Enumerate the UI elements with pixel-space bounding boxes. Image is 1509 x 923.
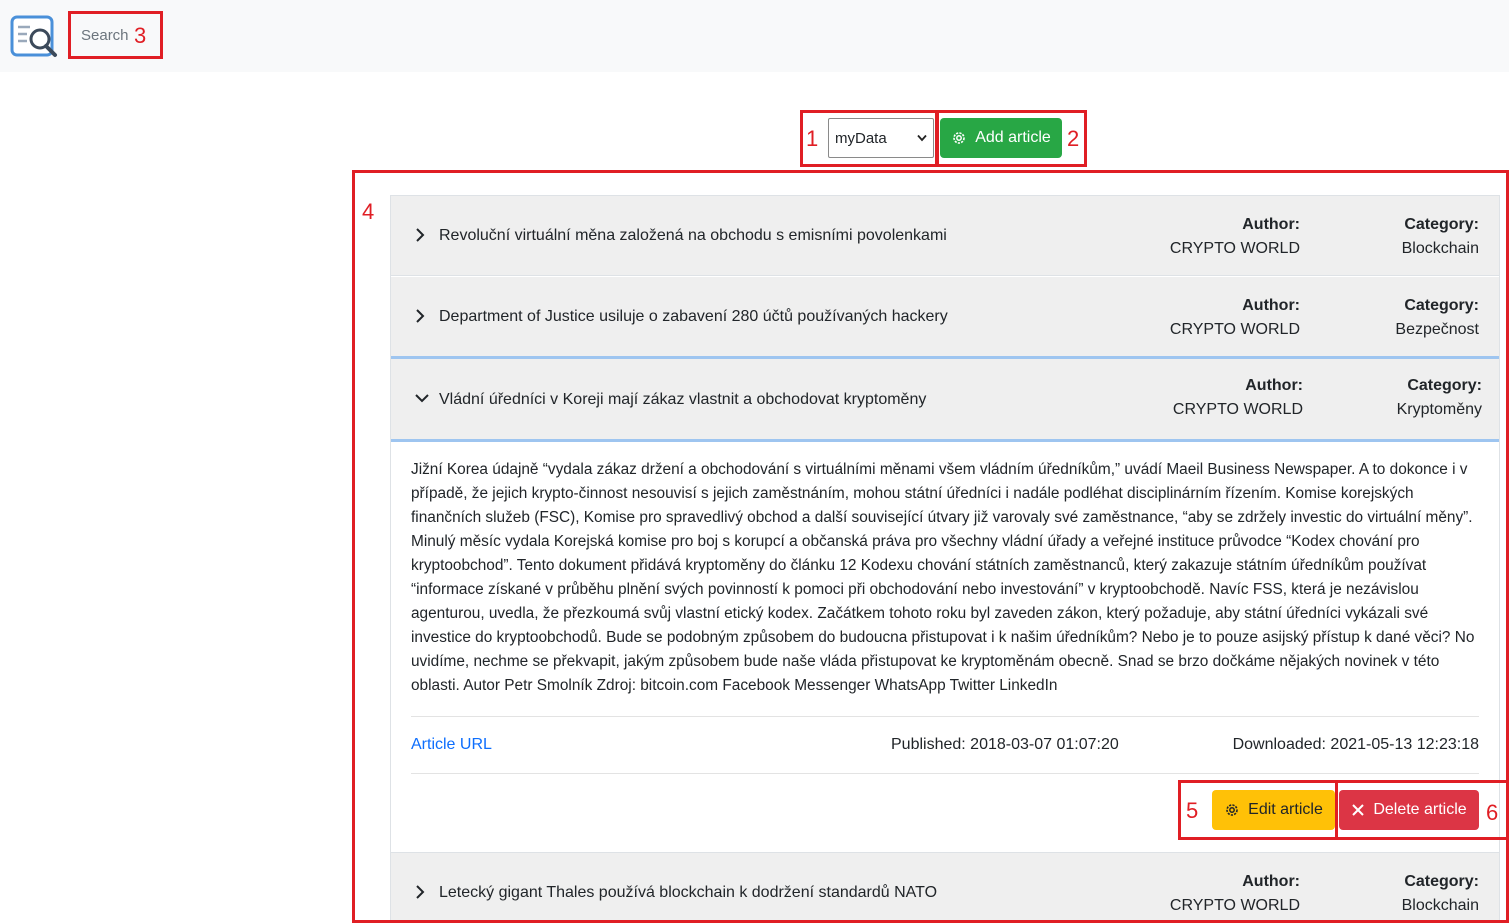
search-document-logo-icon[interactable]	[10, 13, 58, 59]
annotation-box-1	[800, 110, 938, 167]
annotation-box-2	[936, 110, 1087, 167]
annotation-number-4: 4	[362, 199, 375, 224]
annotation-number-6: 6	[1486, 800, 1499, 825]
navbar: Search	[0, 0, 1509, 72]
annotation-box-3	[68, 11, 163, 59]
annotation-box-5	[1178, 780, 1338, 840]
annotation-number-5: 5	[1186, 798, 1199, 823]
annotation-number-3: 3	[134, 23, 147, 48]
annotation-number-2: 2	[1067, 126, 1080, 151]
annotation-number-1: 1	[806, 126, 819, 151]
annotation-box-6	[1335, 780, 1509, 840]
